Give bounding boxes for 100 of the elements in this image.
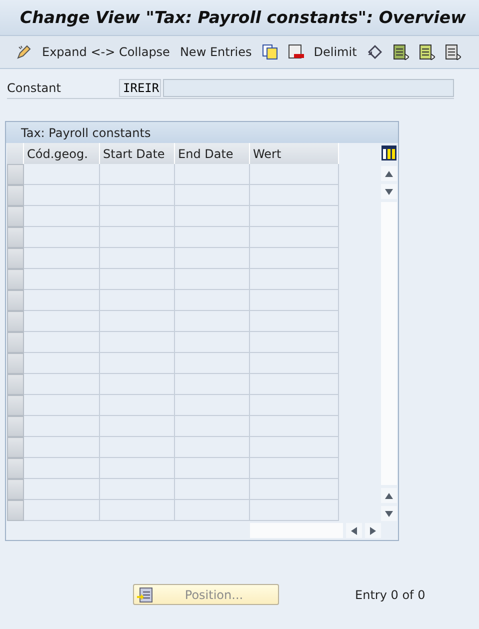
table-cell[interactable]: [24, 185, 100, 206]
table-cell[interactable]: [24, 311, 100, 332]
table-cell[interactable]: [175, 311, 250, 332]
scroll-up-button[interactable]: [381, 488, 397, 503]
table-cell[interactable]: [24, 500, 100, 521]
table-cell[interactable]: [100, 227, 175, 248]
table-cell[interactable]: [250, 416, 339, 437]
table-cell[interactable]: [100, 332, 175, 353]
row-selector[interactable]: [7, 416, 24, 437]
table-cell[interactable]: [250, 458, 339, 479]
table-cell[interactable]: [175, 185, 250, 206]
table-cell[interactable]: [175, 227, 250, 248]
table-cell[interactable]: [175, 290, 250, 311]
row-selector[interactable]: [7, 290, 24, 311]
table-cell[interactable]: [175, 164, 250, 185]
select-all-header[interactable]: [7, 143, 24, 164]
row-selector[interactable]: [7, 164, 24, 185]
row-selector[interactable]: [7, 353, 24, 374]
column-header[interactable]: Start Date: [100, 143, 175, 164]
table-cell[interactable]: [100, 248, 175, 269]
table-cell[interactable]: [250, 206, 339, 227]
table-cell[interactable]: [175, 416, 250, 437]
table-cell[interactable]: [24, 416, 100, 437]
table-cell[interactable]: [250, 374, 339, 395]
scroll-down-button[interactable]: [381, 506, 397, 521]
row-selector[interactable]: [7, 437, 24, 458]
table-cell[interactable]: [250, 290, 339, 311]
table-cell[interactable]: [250, 185, 339, 206]
scroll-right-button[interactable]: [365, 523, 381, 538]
table-cell[interactable]: [100, 290, 175, 311]
table-cell[interactable]: [100, 185, 175, 206]
row-selector[interactable]: [7, 395, 24, 416]
table-cell[interactable]: [175, 500, 250, 521]
table-cell[interactable]: [175, 437, 250, 458]
table-cell[interactable]: [24, 437, 100, 458]
column-header[interactable]: End Date: [175, 143, 250, 164]
row-selector[interactable]: [7, 185, 24, 206]
table-cell[interactable]: [24, 458, 100, 479]
table-cell[interactable]: [250, 479, 339, 500]
table-cell[interactable]: [100, 395, 175, 416]
table-cell[interactable]: [24, 269, 100, 290]
table-cell[interactable]: [250, 395, 339, 416]
table-cell[interactable]: [175, 269, 250, 290]
table-cell[interactable]: [100, 458, 175, 479]
table-cell[interactable]: [24, 227, 100, 248]
table-cell[interactable]: [250, 500, 339, 521]
table-cell[interactable]: [250, 269, 339, 290]
row-selector[interactable]: [7, 311, 24, 332]
column-header[interactable]: Cód.geog.: [24, 143, 100, 164]
table-cell[interactable]: [175, 206, 250, 227]
scroll-left-button[interactable]: [346, 523, 362, 538]
constant-field[interactable]: IREIR: [119, 79, 161, 97]
table-cell[interactable]: [175, 332, 250, 353]
row-selector[interactable]: [7, 374, 24, 395]
table-cell[interactable]: [24, 164, 100, 185]
table-cell[interactable]: [250, 227, 339, 248]
table-cell[interactable]: [24, 395, 100, 416]
table-cell[interactable]: [175, 479, 250, 500]
table-cell[interactable]: [250, 332, 339, 353]
row-selector[interactable]: [7, 479, 24, 500]
table-cell[interactable]: [175, 248, 250, 269]
table-cell[interactable]: [100, 269, 175, 290]
row-selector[interactable]: [7, 269, 24, 290]
row-selector[interactable]: [7, 206, 24, 227]
table-cell[interactable]: [24, 332, 100, 353]
table-cell[interactable]: [24, 374, 100, 395]
table-cell[interactable]: [175, 395, 250, 416]
column-settings-button[interactable]: [379, 143, 399, 163]
table-cell[interactable]: [100, 353, 175, 374]
table-cell[interactable]: [175, 374, 250, 395]
table-cell[interactable]: [250, 248, 339, 269]
table-cell[interactable]: [250, 437, 339, 458]
select-block-button[interactable]: [416, 42, 437, 62]
row-selector[interactable]: [7, 458, 24, 479]
table-cell[interactable]: [100, 500, 175, 521]
table-cell[interactable]: [175, 353, 250, 374]
table-cell[interactable]: [250, 353, 339, 374]
constant-text-field[interactable]: [163, 79, 454, 97]
table-cell[interactable]: [250, 311, 339, 332]
new-entries-button[interactable]: New Entries: [178, 45, 254, 59]
deselect-button[interactable]: [442, 42, 463, 62]
table-cell[interactable]: [100, 206, 175, 227]
copy-button[interactable]: [260, 42, 280, 62]
row-selector[interactable]: [7, 332, 24, 353]
table-cell[interactable]: [250, 164, 339, 185]
table-cell[interactable]: [24, 479, 100, 500]
table-cell[interactable]: [24, 290, 100, 311]
delimit-button[interactable]: Delimit: [312, 45, 359, 59]
table-cell[interactable]: [100, 164, 175, 185]
scrollbar-track[interactable]: [381, 202, 397, 485]
row-selector[interactable]: [7, 248, 24, 269]
row-selector[interactable]: [7, 500, 24, 521]
scroll-up-button[interactable]: [381, 166, 397, 181]
scroll-down-button[interactable]: [381, 184, 397, 199]
table-cell[interactable]: [100, 479, 175, 500]
table-cell[interactable]: [100, 374, 175, 395]
row-selector[interactable]: [7, 227, 24, 248]
table-cell[interactable]: [24, 353, 100, 374]
table-cell[interactable]: [24, 248, 100, 269]
table-cell[interactable]: [24, 206, 100, 227]
